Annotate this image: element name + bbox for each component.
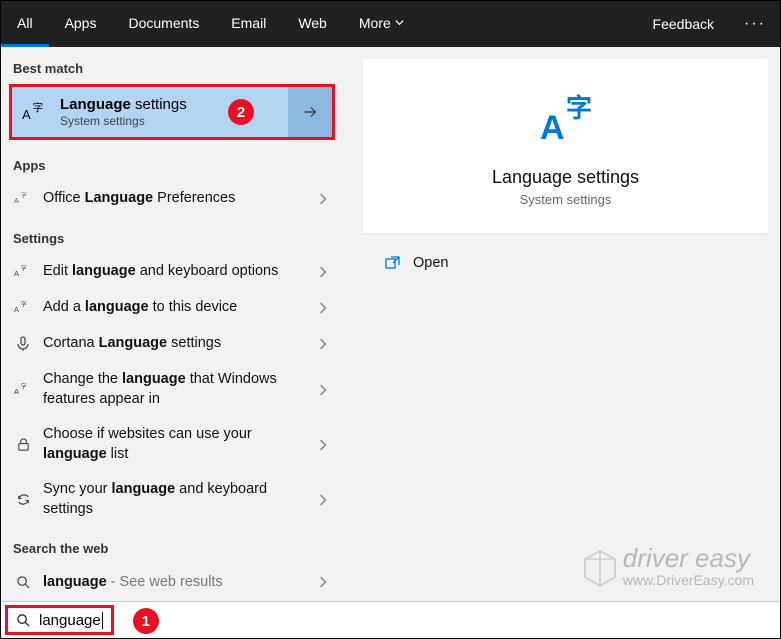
section-search-web: Search the web	[1, 527, 343, 564]
sync-icon	[13, 490, 33, 510]
result-text: Edit language and keyboard options	[43, 262, 303, 282]
setting-result-item[interactable]: Cortana Language settings	[1, 326, 343, 362]
tab-documents[interactable]: Documents	[112, 1, 215, 47]
svg-text:A: A	[14, 196, 19, 205]
chevron-right-icon[interactable]	[313, 266, 333, 278]
chevron-right-icon[interactable]	[313, 576, 333, 588]
open-icon	[385, 255, 401, 271]
annotation-step-1: 1	[133, 608, 159, 634]
setting-result-item[interactable]: A字 Add a language to this device	[1, 290, 343, 326]
svg-text:A: A	[14, 305, 19, 314]
microphone-icon	[13, 334, 33, 354]
preview-subtitle: System settings	[520, 192, 612, 207]
tab-label: Documents	[128, 15, 199, 31]
lock-icon	[13, 435, 33, 455]
setting-result-item[interactable]: A字 Change the language that Windows feat…	[1, 362, 343, 417]
setting-result-item[interactable]: Choose if websites can use your language…	[1, 417, 343, 472]
web-rows: language - See web results	[1, 564, 343, 600]
web-result-item[interactable]: language - See web results	[1, 564, 343, 600]
tab-all[interactable]: All	[1, 1, 49, 47]
tab-label: Web	[298, 15, 327, 31]
chevron-right-icon[interactable]	[313, 302, 333, 314]
language-icon: A字	[20, 97, 50, 127]
tab-apps[interactable]: Apps	[49, 1, 113, 47]
scope-tabs: All Apps Documents Email Web More	[1, 1, 420, 47]
preview-title: Language settings	[492, 167, 639, 188]
language-icon: A字	[13, 298, 33, 318]
svg-text:字: 字	[33, 101, 43, 114]
apps-rows: A字 Office Language Preferences	[1, 181, 343, 217]
tab-web[interactable]: Web	[282, 1, 343, 47]
chevron-right-icon[interactable]	[313, 384, 333, 396]
result-text: Sync your language and keyboard settings	[43, 480, 303, 519]
tab-label: More	[359, 15, 391, 31]
svg-text:字: 字	[21, 382, 27, 390]
search-icon	[16, 613, 31, 628]
search-scope-bar: All Apps Documents Email Web More Feedba…	[1, 1, 780, 47]
section-settings: Settings	[1, 217, 343, 254]
tab-email[interactable]: Email	[215, 1, 282, 47]
overflow-menu[interactable]: ···	[730, 15, 780, 33]
tab-label: All	[17, 15, 33, 31]
tab-label: Email	[231, 15, 266, 31]
language-icon: A字	[13, 262, 33, 282]
app-result-item[interactable]: A字 Office Language Preferences	[1, 181, 343, 217]
svg-text:字: 字	[21, 265, 27, 273]
chevron-right-icon[interactable]	[313, 494, 333, 506]
preview-card: A字 Language settings System settings	[363, 59, 768, 233]
tab-more[interactable]: More	[343, 1, 420, 47]
search-box[interactable]: language 1	[5, 605, 114, 635]
result-text: Choose if websites can use your language…	[43, 425, 303, 464]
setting-result-item[interactable]: A字 Edit language and keyboard options	[1, 254, 343, 290]
open-label: Open	[413, 255, 448, 271]
svg-text:A: A	[540, 109, 565, 147]
bm-subtitle: System settings	[60, 114, 187, 128]
svg-text:A: A	[14, 386, 19, 395]
results-pane: Best match A字 Language settings System s…	[1, 47, 351, 603]
search-bar: language 1	[1, 601, 780, 638]
svg-text:字: 字	[21, 192, 27, 200]
result-text: Add a language to this device	[43, 298, 303, 318]
chevron-right-icon[interactable]	[313, 193, 333, 205]
feedback-button[interactable]: Feedback	[637, 16, 730, 32]
svg-text:A: A	[14, 269, 19, 278]
svg-text:A: A	[22, 107, 31, 122]
svg-text:字: 字	[566, 93, 592, 123]
bm-title-bold: Language	[60, 96, 131, 113]
chevron-right-icon[interactable]	[313, 439, 333, 451]
open-action[interactable]: Open	[363, 241, 780, 285]
section-best-match: Best match	[1, 47, 343, 84]
language-icon: A字	[13, 189, 33, 209]
arrow-right-icon	[301, 103, 319, 121]
result-text: Change the language that Windows feature…	[43, 370, 303, 409]
search-icon	[13, 572, 33, 592]
chevron-down-icon	[395, 18, 404, 27]
feedback-label: Feedback	[653, 16, 714, 32]
best-match-text: Language settings System settings	[60, 96, 187, 128]
chevron-right-icon[interactable]	[313, 338, 333, 350]
annotation-step-2: 2	[228, 99, 254, 125]
best-match-item[interactable]: A字 Language settings System settings 2	[9, 84, 335, 140]
section-apps: Apps	[1, 144, 343, 181]
tab-label: Apps	[65, 15, 97, 31]
bm-title-rest: settings	[131, 96, 187, 113]
setting-result-item[interactable]: Sync your language and keyboard settings	[1, 472, 343, 527]
result-text: Cortana Language settings	[43, 334, 303, 354]
action-list: Open	[363, 241, 780, 285]
content-area: Best match A字 Language settings System s…	[1, 47, 780, 603]
expand-button[interactable]	[288, 87, 332, 137]
svg-text:字: 字	[21, 301, 27, 309]
language-icon: A字	[536, 89, 596, 149]
settings-rows: A字 Edit language and keyboard options A字…	[1, 254, 343, 527]
result-text: language - See web results	[43, 573, 303, 593]
language-icon: A字	[13, 380, 33, 400]
preview-pane: A字 Language settings System settings Ope…	[351, 47, 780, 603]
result-text: Office Language Preferences	[43, 189, 303, 209]
search-query: language	[39, 612, 103, 629]
